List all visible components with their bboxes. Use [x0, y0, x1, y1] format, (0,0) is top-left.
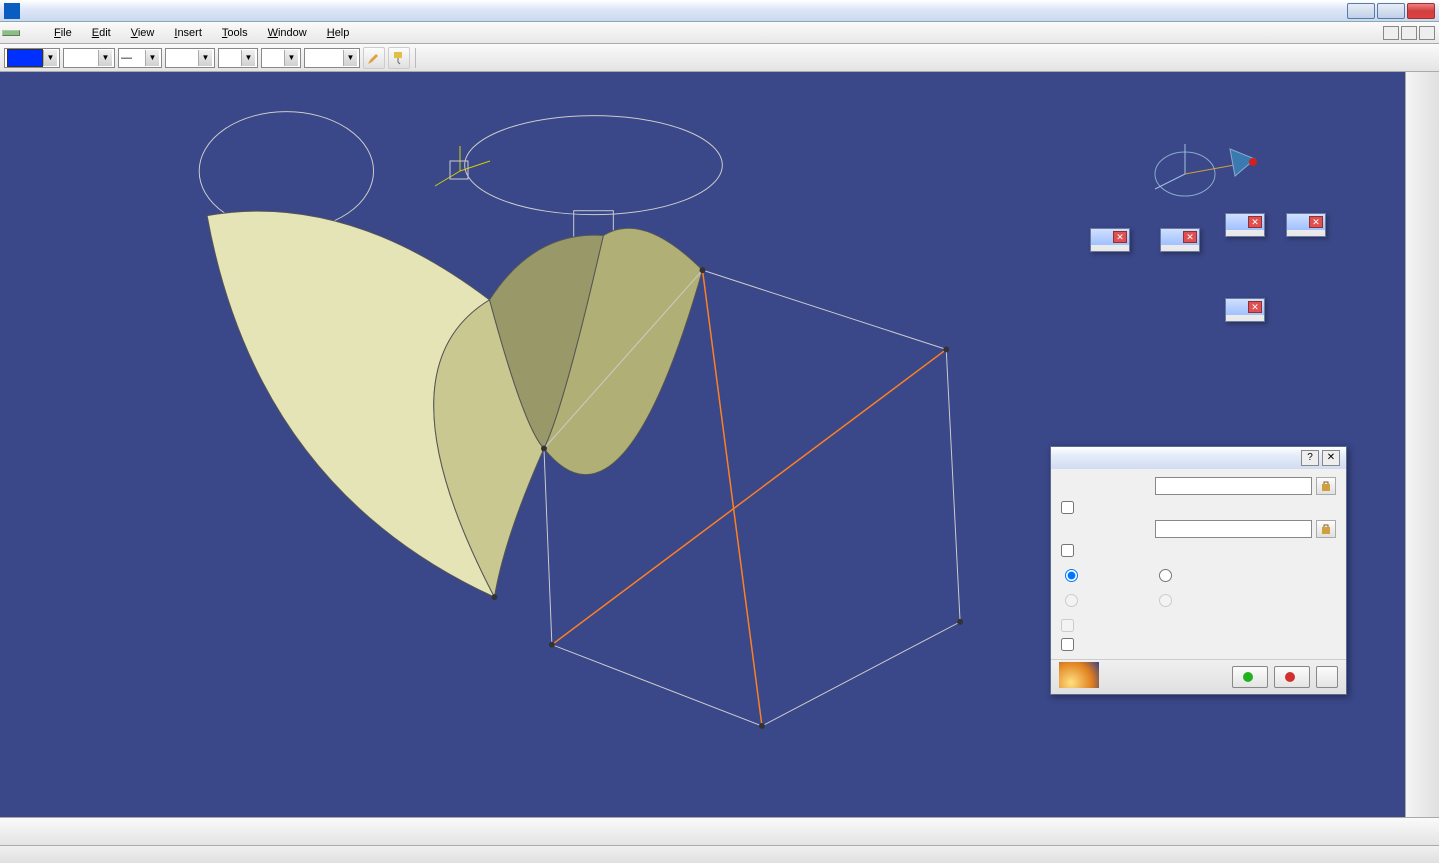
close-icon[interactable]: ✕	[1248, 301, 1262, 313]
menu-view[interactable]: View	[121, 25, 165, 41]
bottom-toolbar	[0, 817, 1439, 845]
close-button[interactable]	[1407, 3, 1435, 19]
extend1-checkbox[interactable]	[1061, 501, 1074, 514]
curve-radio[interactable]	[1065, 569, 1078, 582]
surface-radio	[1159, 594, 1172, 607]
auto2-combo[interactable]: ▼	[218, 48, 258, 68]
minimize-button[interactable]	[1347, 3, 1375, 19]
intersection-dialog: ?✕	[1050, 446, 1347, 695]
painter-icon[interactable]	[388, 47, 410, 69]
help-button[interactable]: ?	[1301, 450, 1319, 466]
menu-file[interactable]: File	[44, 25, 82, 41]
window-buttons	[1347, 3, 1435, 19]
menu-tools[interactable]: Tools	[212, 25, 258, 41]
close-icon[interactable]: ✕	[1248, 216, 1262, 228]
maximize-button[interactable]	[1377, 3, 1405, 19]
menu-enovia[interactable]	[24, 31, 44, 35]
mdi-close[interactable]	[1419, 26, 1435, 40]
titlebar	[0, 0, 1439, 22]
menubar: File Edit View Insert Tools Window Help	[0, 22, 1439, 44]
right-toolbar	[1405, 72, 1439, 825]
toolbar-o[interactable]: ✕	[1225, 298, 1265, 322]
linetype-combo[interactable]: —▼	[118, 48, 162, 68]
toolbar-v[interactable]: ✕	[1160, 228, 1200, 252]
first-element-input[interactable]	[1155, 477, 1312, 495]
extrap-checkbox	[1061, 619, 1074, 632]
bag-icon[interactable]	[1316, 520, 1336, 538]
menu-window[interactable]: Window	[258, 25, 317, 41]
close-icon[interactable]: ✕	[1183, 231, 1197, 243]
axis-triad	[415, 136, 505, 206]
auto3-combo[interactable]: ▼	[261, 48, 301, 68]
noncoplanar-checkbox[interactable]	[1061, 638, 1074, 651]
toolbar-a[interactable]: ✕	[1225, 213, 1265, 237]
menu-insert[interactable]: Insert	[164, 25, 212, 41]
close-icon[interactable]: ✕	[1309, 216, 1323, 228]
status-bar	[0, 845, 1439, 863]
ok-button[interactable]	[1232, 666, 1268, 688]
start-menu[interactable]	[2, 30, 20, 36]
second-element-input[interactable]	[1155, 520, 1312, 538]
menu-edit[interactable]: Edit	[82, 25, 121, 41]
menu-help[interactable]: Help	[317, 25, 360, 41]
app-icon	[4, 3, 20, 19]
compass[interactable]	[1145, 134, 1265, 214]
paintbrush-icon[interactable]	[363, 47, 385, 69]
points-radio[interactable]	[1159, 569, 1172, 582]
dialog-titlebar[interactable]: ?✕	[1051, 447, 1346, 469]
toolbar-s[interactable]: ✕	[1286, 213, 1326, 237]
mdi-minimize[interactable]	[1383, 26, 1399, 40]
none-combo[interactable]: ▼	[304, 48, 360, 68]
mdi-buttons	[1383, 26, 1435, 40]
auto1-combo[interactable]: ▼	[165, 48, 215, 68]
color-combo[interactable]: ▼	[4, 48, 60, 68]
close-icon[interactable]: ✕	[1113, 231, 1127, 243]
dialog-close-button[interactable]: ✕	[1322, 450, 1340, 466]
extend2-checkbox[interactable]	[1061, 544, 1074, 557]
cancel-button[interactable]	[1274, 666, 1310, 688]
preview-button[interactable]	[1316, 666, 1338, 688]
properties-toolbar: ▼ ▼ —▼ ▼ ▼ ▼ ▼	[0, 44, 1439, 72]
percent-combo[interactable]: ▼	[63, 48, 115, 68]
contour-radio	[1065, 594, 1078, 607]
bag-icon[interactable]	[1316, 477, 1336, 495]
toolbar-bi[interactable]: ✕	[1090, 228, 1130, 252]
mdi-maximize[interactable]	[1401, 26, 1417, 40]
